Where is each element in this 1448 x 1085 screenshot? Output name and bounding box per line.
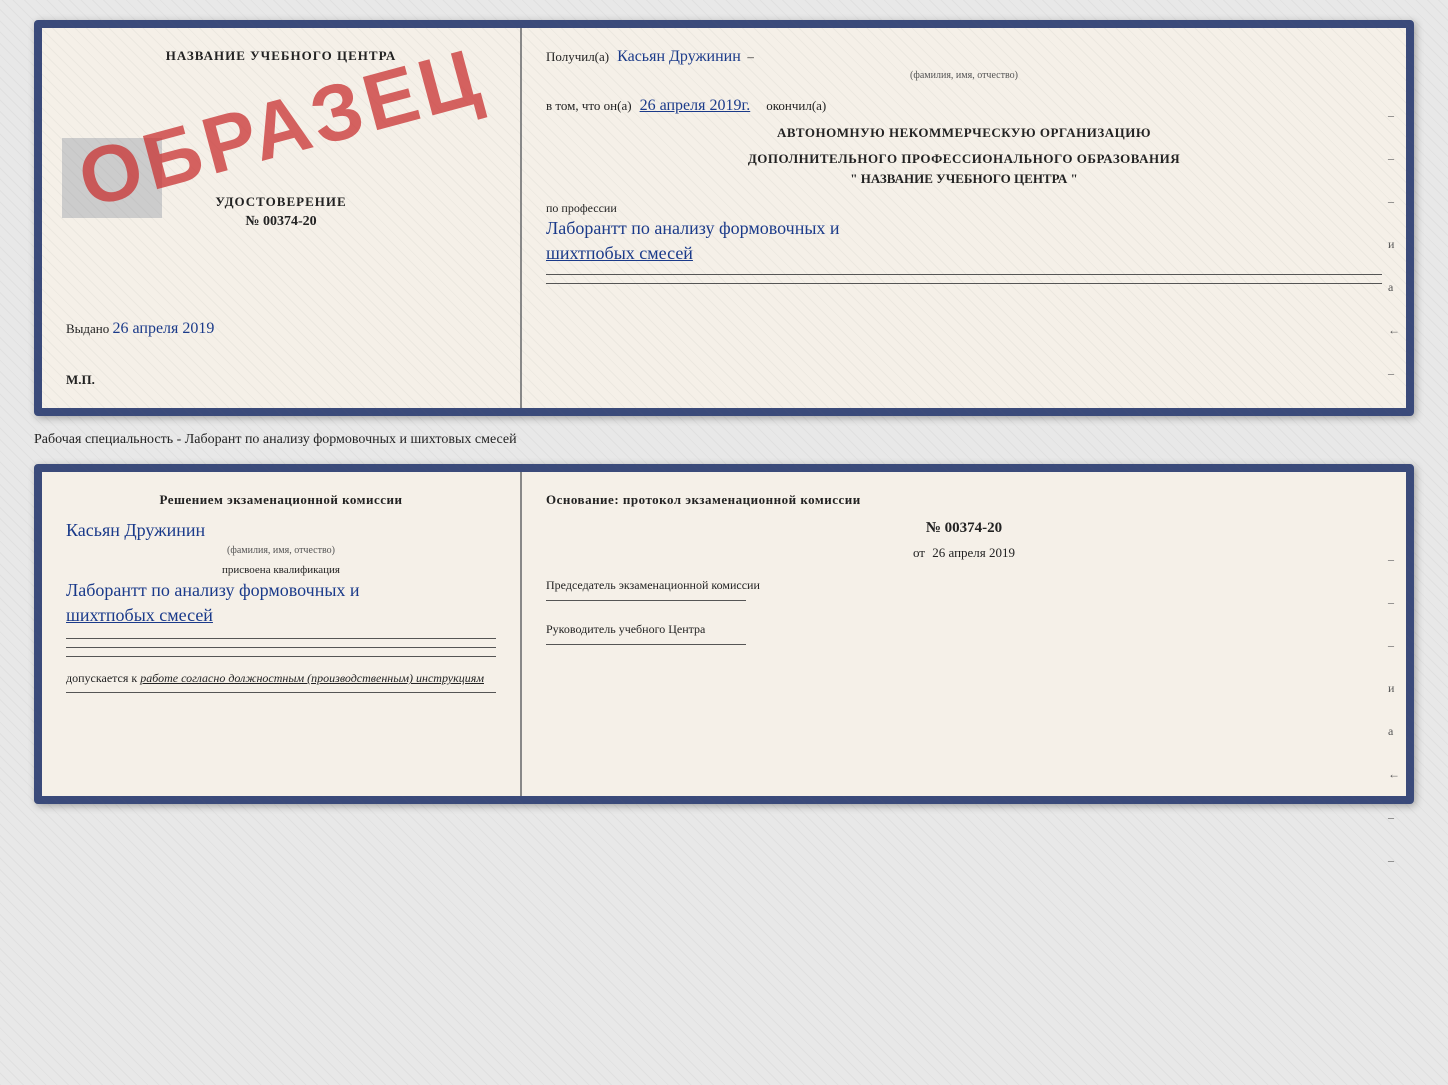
rukov-label: Руководитель учебного Центра	[546, 621, 1382, 638]
kval-label: присвоена квалификация	[66, 564, 496, 576]
top-left-title: НАЗВАНИЕ УЧЕБНОГО ЦЕНТРА	[66, 48, 496, 64]
vtom-date: 26 апреля 2019г.	[640, 97, 751, 115]
prof-handwritten-2: шихтпобых смесей	[546, 241, 1382, 266]
bottom-side-marks: – – – и а ← – –	[1388, 552, 1400, 868]
bottom-doc-left: Решением экзаменационной комиссии Касьян…	[42, 472, 522, 796]
prof-label: по профессии	[546, 201, 1382, 216]
kval-hw-2: шихтпобых смесей	[66, 603, 496, 628]
profession-block: по профессии Лаборантт по анализу формов…	[546, 201, 1382, 284]
top-doc-right: Получил(а) Касьян Дружинин – (фамилия, и…	[522, 28, 1406, 408]
vudano-label: Выдано	[66, 321, 109, 336]
prot-number: № 00374-20	[546, 520, 1382, 537]
vtom-label: в том, что он(а)	[546, 98, 632, 114]
separator-label: Рабочая специальность - Лаборант по анал…	[34, 428, 1414, 452]
bottom-name-row: Касьян Дружинин	[66, 520, 496, 541]
bottom-document: Решением экзаменационной комиссии Касьян…	[34, 464, 1414, 804]
poluchil-label: Получил(а)	[546, 49, 609, 65]
vudano-date: 26 апреля 2019	[113, 320, 215, 337]
kval-hw-1: Лаборантт по анализу формовочных и	[66, 578, 496, 603]
dopusk-row: допускается к работе согласно должностны…	[66, 671, 496, 686]
vudano-line: Выдано 26 апреля 2019	[66, 320, 214, 338]
org-line1: АВТОНОМНУЮ НЕКОММЕРЧЕСКУЮ ОРГАНИЗАЦИЮ	[546, 125, 1382, 141]
cert-block: УДОСТОВЕРЕНИЕ № 00374-20	[66, 194, 496, 230]
poluchil-row: Получил(а) Касьян Дружинин –	[546, 48, 1382, 66]
org-line2: ДОПОЛНИТЕЛЬНОГО ПРОФЕССИОНАЛЬНОГО ОБРАЗО…	[546, 151, 1382, 167]
chairman-sig-line	[546, 600, 746, 601]
mp-line: М.П.	[66, 372, 95, 388]
poluchil-name: Касьян Дружинин	[617, 48, 741, 66]
from-label: от	[913, 545, 925, 560]
bottom-name: Касьян Дружинин	[66, 520, 205, 541]
chairman-label: Председатель экзаменационной комиссии	[546, 577, 1382, 594]
rukov-sig-line	[546, 644, 746, 645]
cert-label: УДОСТОВЕРЕНИЕ	[66, 194, 496, 210]
from-date: 26 апреля 2019	[932, 545, 1015, 560]
from-date-row: от 26 апреля 2019	[546, 545, 1382, 561]
cert-number: № 00374-20	[66, 214, 496, 230]
top-document: НАЗВАНИЕ УЧЕБНОГО ЦЕНТРА ОБРАЗЕЦ УДОСТОВ…	[34, 20, 1414, 416]
osnov-label: Основание: протокол экзаменационной коми…	[546, 492, 1382, 508]
org-name: " НАЗВАНИЕ УЧЕБНОГО ЦЕНТРА "	[546, 171, 1382, 187]
dopusk-text: работе согласно должностным (производств…	[140, 671, 484, 685]
prof-handwritten-1: Лаборантт по анализу формовочных и	[546, 216, 1382, 241]
name-sublabel: (фамилия, имя, отчество)	[546, 70, 1382, 81]
bottom-left-title: Решением экзаменационной комиссии	[66, 492, 496, 508]
dopusk-label: допускается к	[66, 671, 137, 685]
top-doc-left: НАЗВАНИЕ УЧЕБНОГО ЦЕНТРА ОБРАЗЕЦ УДОСТОВ…	[42, 28, 522, 408]
bottom-doc-right: Основание: протокол экзаменационной коми…	[522, 472, 1406, 796]
okonchil-label: окончил(а)	[766, 98, 826, 114]
bottom-name-sublabel: (фамилия, имя, отчество)	[66, 545, 496, 556]
side-marks: – – – и а ← – –	[1388, 108, 1400, 416]
vtom-row: в том, что он(а) 26 апреля 2019г. окончи…	[546, 97, 1382, 115]
